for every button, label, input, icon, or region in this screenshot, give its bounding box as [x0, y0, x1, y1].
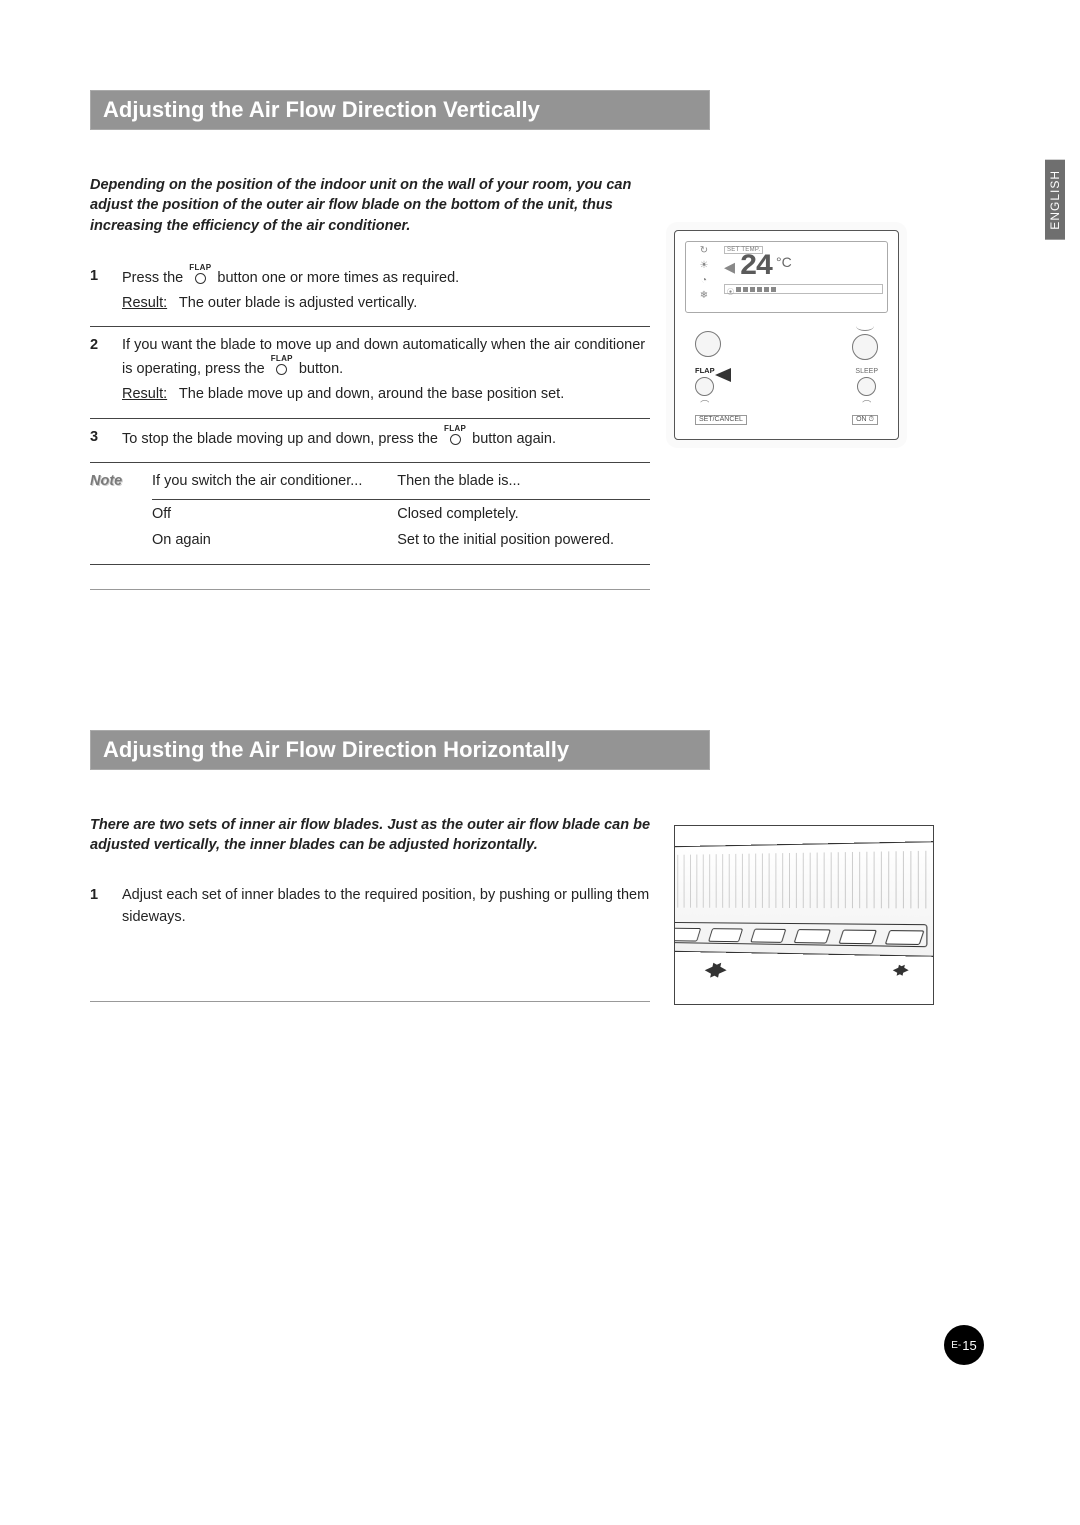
step-body: To stop the blade moving up and down, pr…: [122, 427, 650, 451]
sun-mode-icon: ☀: [700, 261, 709, 271]
step-text-pre: If you want the blade to move up and dow…: [122, 337, 645, 377]
sleep-button-label: SLEEP: [855, 368, 878, 375]
step-text-pre: To stop the blade moving up and down, pr…: [122, 431, 442, 447]
section-heading-horizontal: Adjusting the Air Flow Direction Horizon…: [90, 730, 710, 770]
step-body: Press the FLAP button one or more times …: [122, 266, 650, 315]
auto-mode-icon: ↻: [700, 246, 708, 256]
section-divider: [90, 589, 650, 590]
note-col2-header: Then the blade is...: [397, 471, 650, 499]
step-text-pre: Press the: [122, 270, 187, 286]
step-number: 1: [90, 885, 104, 929]
section-1-intro: Depending on the position of the indoor …: [90, 175, 650, 236]
flap-button-icon: FLAP: [444, 425, 466, 445]
section-1-illustration-col: ↻ ☀ ◔ ❄ SET TEMP. ◂ 24 °C ⦿: [674, 175, 934, 590]
section-2-row: There are two sets of inner air flow bla…: [90, 815, 990, 1005]
note-row: On again Set to the initial position pow…: [152, 526, 650, 552]
note-label: Note: [90, 471, 134, 551]
step-text-post: button one or more times as required.: [217, 270, 459, 286]
result-label: Result:: [122, 386, 167, 402]
page-number-prefix: E-: [951, 1340, 961, 1351]
step-text: Adjust each set of inner blades to the r…: [122, 887, 649, 925]
note-cell: Set to the initial position powered.: [397, 526, 650, 552]
remote-flap-button: FLAP ⌒: [695, 366, 715, 411]
step-number: 2: [90, 335, 104, 405]
step-3-block: 3 To stop the blade moving up and down, …: [90, 419, 650, 464]
adjust-arrows-right-icon: ◂▸: [890, 956, 906, 982]
page-number: 15: [962, 1338, 976, 1353]
note-row: Off Closed completely.: [152, 500, 650, 526]
step-number: 1: [90, 266, 104, 315]
note-cell: On again: [152, 526, 397, 552]
dry-mode-icon: ◔: [701, 276, 707, 286]
remote-button-blank-left: [695, 321, 721, 360]
remote-button-blank-right: [852, 321, 878, 360]
temperature-unit: °C: [776, 254, 792, 270]
set-cancel-label: SET/CANCEL: [695, 415, 747, 425]
on-timer-label: ON ⏱: [852, 415, 878, 425]
step-body: If you want the blade to move up and dow…: [122, 335, 650, 405]
page-number-badge: E- 15: [944, 1325, 984, 1365]
note-block: Note If you switch the air conditioner..…: [90, 463, 650, 564]
adjust-arrows-left-icon: ◂▸: [701, 951, 723, 986]
remote-tag-row: SET/CANCEL ON ⏱: [685, 415, 888, 429]
note-cell: Off: [152, 500, 397, 526]
note-table: If you switch the air conditioner... The…: [152, 471, 650, 551]
step-number: 3: [90, 427, 104, 451]
section-2-content: There are two sets of inner air flow bla…: [90, 815, 650, 1005]
step-body: Adjust each set of inner blades to the r…: [122, 885, 650, 929]
snow-mode-icon: ❄: [700, 291, 708, 301]
inner-vanes: [674, 922, 927, 947]
section-2: Adjusting the Air Flow Direction Horizon…: [90, 730, 990, 1005]
section-2-illustration-col: ◂▸ ◂▸: [674, 815, 934, 1005]
mode-icons: ↻ ☀ ◔ ❄: [690, 246, 718, 308]
remote-screen: ↻ ☀ ◔ ❄ SET TEMP. ◂ 24 °C ⦿: [685, 241, 888, 313]
section-1-row: Depending on the position of the indoor …: [90, 175, 990, 590]
highlight-arrow-icon: [715, 368, 731, 382]
result-label: Result:: [122, 295, 167, 311]
remote-button-row-1: [685, 313, 888, 364]
page: Adjusting the Air Flow Direction Vertica…: [0, 0, 1080, 1005]
remote-control-illustration: ↻ ☀ ◔ ❄ SET TEMP. ◂ 24 °C ⦿: [674, 230, 899, 440]
temperature-value: 24: [740, 250, 772, 284]
result-text: The blade move up and down, around the b…: [179, 386, 564, 402]
result-text: The outer blade is adjusted vertically.: [179, 295, 417, 311]
flap-icon-label: FLAP: [271, 355, 293, 363]
remote-sleep-button: SLEEP ⌒: [855, 368, 878, 411]
fan-speed-bar: ⦿: [724, 284, 883, 294]
flap-button-icon: FLAP: [271, 355, 293, 375]
note-cell: Closed completely.: [397, 500, 650, 526]
step-1-block-h: 1 Adjust each set of inner blades to the…: [90, 877, 650, 941]
ac-unit-illustration: ◂▸ ◂▸: [674, 825, 934, 1005]
step-1-block: 1 Press the FLAP button one or more time…: [90, 258, 650, 328]
section-1-content: Depending on the position of the indoor …: [90, 175, 650, 590]
flap-button-label: FLAP: [695, 366, 715, 375]
step-text-post: button.: [299, 361, 343, 377]
remote-button-row-2: FLAP ⌒ SLEEP ⌒: [685, 364, 888, 415]
step-text-post: button again.: [472, 431, 556, 447]
flap-button-icon: FLAP: [189, 264, 211, 284]
flap-icon-label: FLAP: [444, 425, 466, 433]
flap-icon-label: FLAP: [189, 264, 211, 272]
step-2-block: 2 If you want the blade to move up and d…: [90, 327, 650, 418]
section-2-intro: There are two sets of inner air flow bla…: [90, 815, 650, 856]
note-col1-header: If you switch the air conditioner...: [152, 471, 397, 499]
section-divider: [90, 1001, 650, 1002]
section-heading-vertical: Adjusting the Air Flow Direction Vertica…: [90, 90, 710, 130]
